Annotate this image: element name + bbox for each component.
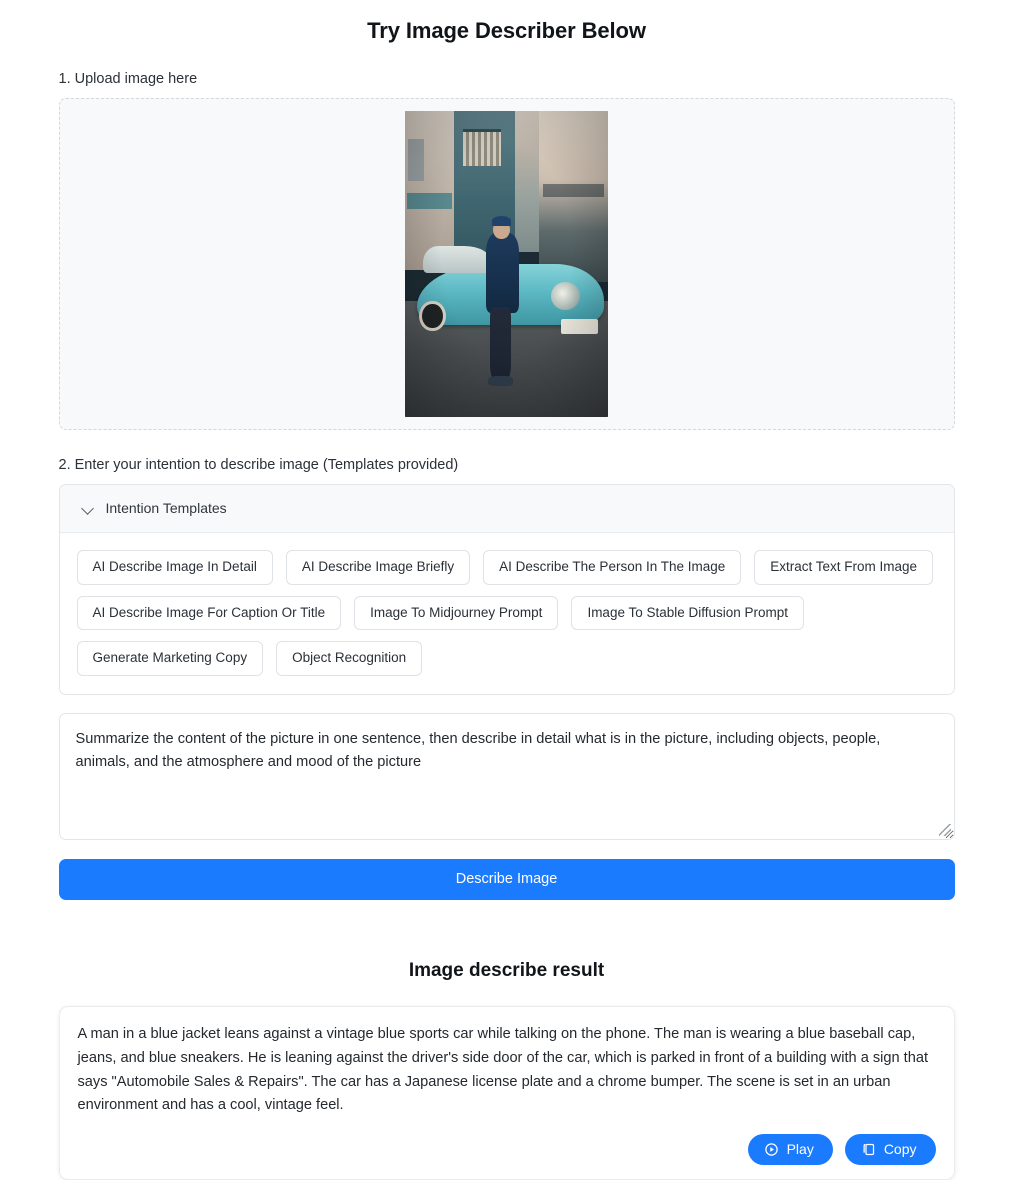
template-chip-caption-or-title[interactable]: AI Describe Image For Caption Or Title bbox=[76, 595, 342, 631]
play-button-label: Play bbox=[786, 1141, 814, 1158]
prompt-wrapper bbox=[58, 713, 955, 841]
page-title: Try Image Describer Below bbox=[367, 18, 646, 43]
copy-button-label: Copy bbox=[883, 1141, 917, 1158]
intention-step-label: 2. Enter your intention to describe imag… bbox=[58, 456, 459, 473]
template-chip-midjourney-prompt[interactable]: Image To Midjourney Prompt bbox=[354, 595, 559, 631]
photo-vignette bbox=[405, 110, 608, 417]
template-chip-extract-text[interactable]: Extract Text From Image bbox=[754, 549, 934, 585]
template-chip-describe-briefly[interactable]: AI Describe Image Briefly bbox=[285, 549, 471, 585]
template-chip-marketing-copy[interactable]: Generate Marketing Copy bbox=[76, 641, 264, 677]
image-upload-dropzone[interactable] bbox=[58, 97, 955, 430]
intention-templates-toggle[interactable]: Intention Templates bbox=[59, 484, 954, 533]
result-title: Image describe result bbox=[408, 960, 605, 982]
result-card: A man in a blue jacket leans against a v… bbox=[58, 1006, 955, 1180]
intention-templates-title: Intention Templates bbox=[105, 500, 227, 517]
upload-step-label: 1. Upload image here bbox=[58, 71, 198, 87]
template-chip-object-recognition[interactable]: Object Recognition bbox=[276, 641, 423, 677]
intention-templates-card: Intention Templates AI Describe Image In… bbox=[58, 483, 955, 696]
intention-prompt-input[interactable] bbox=[58, 713, 955, 841]
image-describer-page: Try Image Describer Below 1. Upload imag… bbox=[0, 0, 1013, 1180]
content-container: Try Image Describer Below 1. Upload imag… bbox=[58, 0, 955, 1180]
result-description-text: A man in a blue jacket leans against a v… bbox=[77, 1026, 929, 1114]
describe-image-button[interactable]: Describe Image bbox=[58, 859, 955, 901]
template-chip-describe-in-detail[interactable]: AI Describe Image In Detail bbox=[76, 549, 273, 585]
uploaded-image-preview[interactable] bbox=[405, 110, 608, 417]
template-chip-stable-diffusion-prompt[interactable]: Image To Stable Diffusion Prompt bbox=[571, 595, 805, 631]
template-chip-list: AI Describe Image In Detail AI Describe … bbox=[60, 533, 954, 695]
play-button[interactable]: Play bbox=[747, 1133, 833, 1165]
chevron-down-icon bbox=[82, 502, 95, 515]
template-chip-describe-person[interactable]: AI Describe The Person In The Image bbox=[483, 549, 742, 585]
result-action-bar: Play Copy bbox=[78, 1133, 936, 1165]
copy-button[interactable]: Copy bbox=[844, 1133, 936, 1165]
